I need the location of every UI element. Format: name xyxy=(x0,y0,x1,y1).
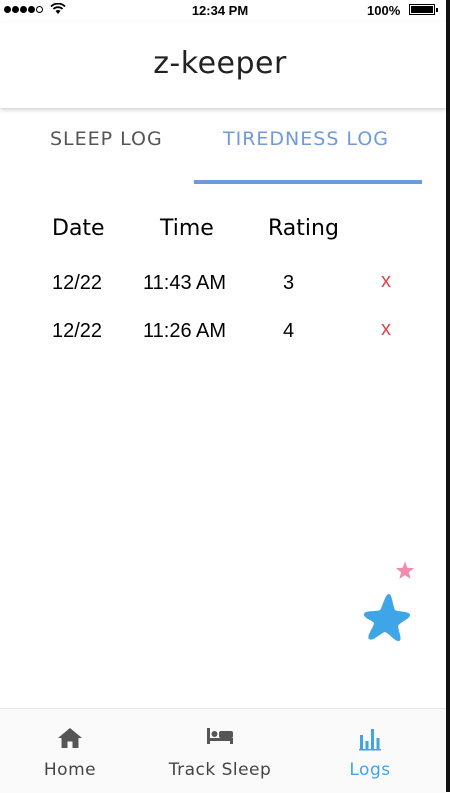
bar-chart-icon xyxy=(359,729,381,751)
column-header-rating: Rating xyxy=(268,216,339,241)
column-header-time: Time xyxy=(160,216,214,241)
tab-tiredness-log[interactable]: TIREDNESS LOG xyxy=(223,128,389,150)
row-rating: 4 xyxy=(283,320,295,342)
delete-entry-button[interactable]: x xyxy=(377,270,395,293)
nav-label-track-sleep: Track Sleep xyxy=(168,760,272,780)
row-time: 11:26 AM xyxy=(143,320,227,342)
delete-entry-button[interactable]: x xyxy=(377,318,395,341)
table-row: 12/22 11:43 AM 3 x xyxy=(0,268,446,308)
battery-percent: 100% xyxy=(367,3,401,18)
table-row: 12/22 11:26 AM 4 x xyxy=(0,316,446,356)
row-time: 11:43 AM xyxy=(143,272,227,294)
status-bar: 12:34 PM 100% xyxy=(0,0,446,22)
log-tabs: SLEEP LOG TIREDNESS LOG xyxy=(0,110,446,185)
nav-label-home: Home xyxy=(43,760,97,780)
bed-icon xyxy=(207,728,233,744)
nav-label-logs: Logs xyxy=(349,760,391,780)
battery-full-icon xyxy=(409,4,438,15)
pink-star-icon xyxy=(395,561,415,579)
row-date: 12/22 xyxy=(52,272,103,294)
app-title: z-keeper xyxy=(153,46,287,81)
app-header: z-keeper xyxy=(0,22,446,108)
tab-sleep-log[interactable]: SLEEP LOG xyxy=(50,128,163,150)
nav-home[interactable]: Home xyxy=(20,709,120,793)
row-date: 12/22 xyxy=(52,320,103,342)
screen-edge xyxy=(446,0,450,792)
nav-track-sleep[interactable]: Track Sleep xyxy=(150,709,290,793)
column-header-date: Date xyxy=(52,216,105,241)
tab-selected-indicator xyxy=(194,180,422,184)
nav-logs[interactable]: Logs xyxy=(320,709,420,793)
blue-star-icon xyxy=(363,594,410,642)
bottom-navigation: Home Track Sleep Logs xyxy=(0,708,446,793)
row-rating: 3 xyxy=(283,272,295,294)
home-icon xyxy=(58,728,82,748)
